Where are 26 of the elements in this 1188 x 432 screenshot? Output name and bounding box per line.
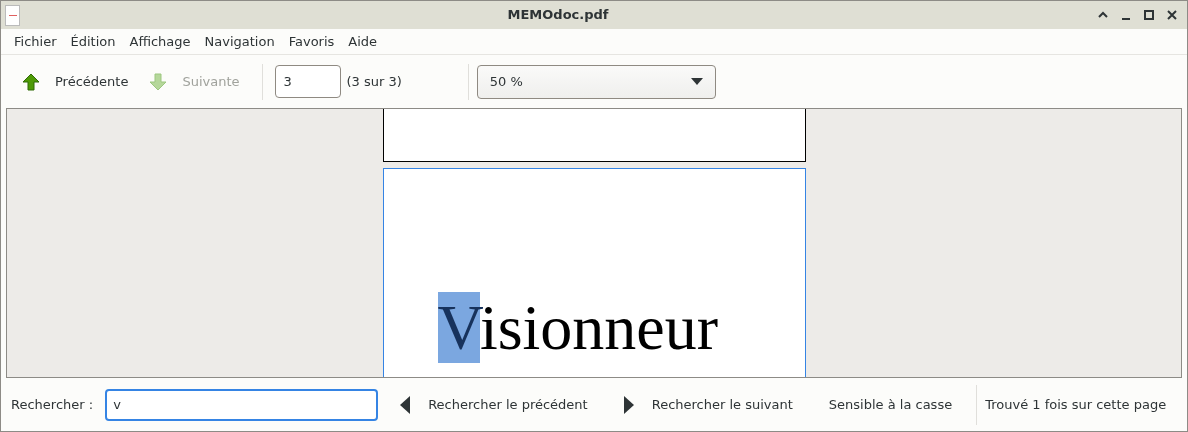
search-status: Trouvé 1 fois sur cette page [985,395,1167,414]
window-title: MEMOdoc.pdf [507,6,609,25]
up-arrow-icon [21,71,41,92]
caret-icon [690,77,703,86]
down-arrow-icon [148,71,169,92]
zoom-dropdown[interactable]: 50 % [476,64,716,99]
menu-item[interactable]: Aide [341,31,385,52]
triangle-left-icon [400,395,411,414]
previous-button[interactable]: Précédente [11,63,139,100]
menu-item[interactable]: Affichage [122,31,198,52]
find-next-button[interactable]: Rechercher le suivant [621,388,795,421]
case-sensitive-toggle[interactable]: Sensible à la casse [818,388,963,421]
close-icon[interactable] [1165,8,1179,22]
menu-item[interactable]: Édition [63,31,123,52]
page-heading: Visionneur [437,291,720,365]
menu-item[interactable]: Fichier [7,31,64,52]
search-field[interactable]: v [105,388,379,421]
search-label: Rechercher : [11,395,94,414]
maximize-icon[interactable] [1142,8,1156,22]
triangle-right-icon [623,395,634,414]
menu-item[interactable]: Navigation [197,31,282,52]
page-count: (3 sur 3) [346,72,402,91]
document-icon [5,4,20,26]
page-field[interactable]: 3 [274,65,341,98]
menu-item[interactable]: Favoris [281,31,342,52]
find-previous-button[interactable]: Rechercher le précédent [398,388,590,421]
